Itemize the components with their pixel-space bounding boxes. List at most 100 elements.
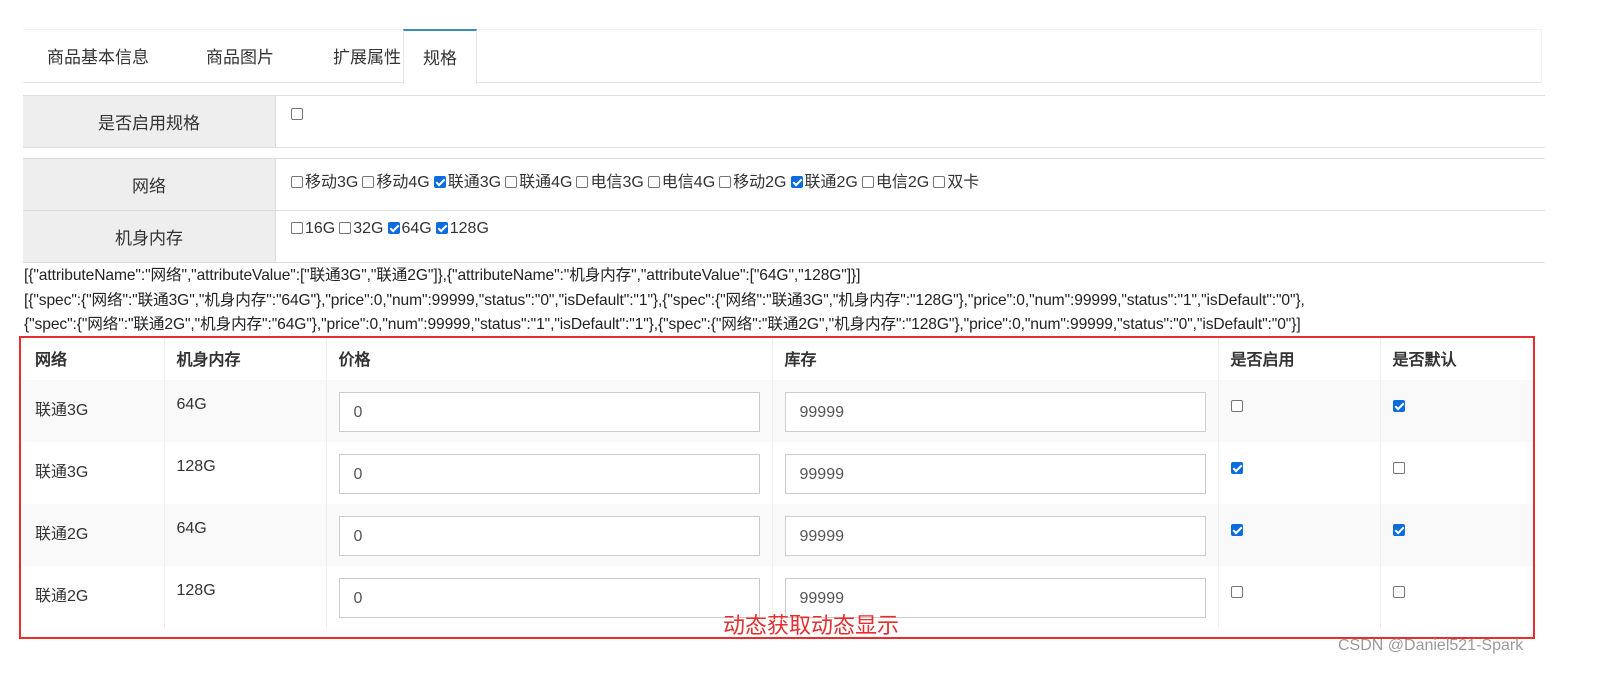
option-checkbox[interactable]	[719, 176, 732, 188]
option-checkbox[interactable]	[861, 176, 874, 188]
option-label: 联通4G	[519, 174, 573, 191]
cell-default	[1380, 566, 1534, 628]
cell-enabled	[1218, 442, 1381, 504]
attribute-row-memory: 机身内存 16G 32G 64G 128G	[23, 211, 1545, 263]
enable-spec-row: 是否启用规格	[23, 96, 1545, 148]
cell-enabled	[1218, 380, 1381, 442]
attribute-option[interactable]: 联通3G	[433, 174, 501, 191]
price-input[interactable]: 0	[338, 578, 760, 618]
header-network: 网络	[23, 336, 165, 380]
attribute-option[interactable]: 移动4G	[362, 174, 430, 191]
option-checkbox[interactable]	[576, 176, 589, 188]
attribute-option[interactable]: 32G	[339, 220, 384, 237]
option-checkbox[interactable]	[647, 176, 660, 188]
option-checkbox[interactable]	[387, 222, 400, 234]
default-checkbox[interactable]	[1392, 462, 1405, 474]
cell-memory: 128G	[164, 566, 327, 628]
option-label: 128G	[449, 220, 489, 237]
price-input[interactable]: 0	[338, 516, 760, 556]
cell-network: 联通2G	[23, 566, 165, 628]
option-label: 电信2G	[875, 174, 930, 191]
header-stock: 库存	[772, 336, 1219, 380]
default-checkbox[interactable]	[1392, 400, 1405, 412]
enable-spec-checkbox[interactable]	[291, 108, 303, 120]
option-checkbox[interactable]	[291, 176, 303, 188]
network-value: 联通2G	[35, 588, 89, 605]
json-output-sku-line2: {"spec":{"网络":"联通2G","机身内存":"64G"},"pric…	[24, 316, 1301, 333]
option-checkbox[interactable]	[291, 222, 303, 234]
price-input[interactable]: 0	[338, 392, 760, 432]
memory-value: 128G	[176, 458, 216, 475]
watermark: CSDN @Daniel521-Spark	[1338, 637, 1524, 654]
cell-enabled	[1218, 566, 1381, 628]
sku-table-container: 网络 机身内存 价格 库存 是否启用 是否默认 联通3G 64G 0 99999 联通3…	[23, 336, 1543, 628]
enabled-checkbox[interactable]	[1230, 462, 1243, 474]
option-label: 电信3G	[590, 174, 644, 191]
option-label: 移动4G	[376, 174, 430, 191]
header-enabled: 是否启用	[1218, 336, 1381, 380]
cell-stock: 99999	[772, 442, 1219, 504]
option-checkbox[interactable]	[339, 222, 352, 234]
stock-input[interactable]: 99999	[784, 516, 1206, 556]
cell-default	[1380, 504, 1534, 566]
attribute-option[interactable]: 移动3G	[291, 174, 358, 191]
table-row: 联通3G 64G 0 99999	[23, 380, 1534, 442]
default-checkbox[interactable]	[1392, 524, 1405, 536]
cell-enabled	[1218, 504, 1381, 566]
network-options: 移动3G 移动4G 联通3G 联通4G 电信3G 电信4G 移动2G 联通2G 电信2G 双卡	[291, 168, 983, 192]
attribute-option[interactable]: 128G	[435, 220, 489, 237]
network-value: 联通3G	[35, 464, 89, 481]
option-checkbox[interactable]	[433, 176, 446, 188]
enabled-checkbox[interactable]	[1230, 400, 1243, 412]
cell-price: 0	[326, 380, 773, 442]
tab-bar: 商品基本信息 商品图片 扩展属性 规格	[23, 29, 1542, 84]
attribute-option[interactable]: 联通4G	[505, 174, 572, 191]
option-label: 联通2G	[804, 174, 858, 191]
annotation-text: 动态获取动态显示	[723, 613, 900, 638]
attribute-option[interactable]: 电信2G	[861, 174, 930, 191]
attribute-option[interactable]: 电信4G	[647, 174, 715, 191]
stock-input[interactable]: 99999	[784, 392, 1206, 432]
cell-memory: 64G	[164, 380, 327, 442]
default-checkbox[interactable]	[1392, 586, 1405, 598]
tab-images[interactable]: 商品图片	[173, 30, 307, 82]
memory-value: 64G	[176, 520, 207, 537]
attribute-option[interactable]: 双卡	[933, 174, 979, 191]
enabled-checkbox[interactable]	[1230, 524, 1243, 536]
cell-price: 0	[326, 504, 773, 566]
attribute-option[interactable]: 电信3G	[576, 174, 644, 191]
cell-network: 联通3G	[23, 442, 165, 504]
cell-stock: 99999	[772, 380, 1219, 442]
tab-spec[interactable]: 规格	[403, 29, 477, 84]
option-label: 移动3G	[305, 174, 359, 191]
header-price: 价格	[326, 336, 773, 380]
cell-memory: 64G	[164, 504, 327, 566]
enabled-checkbox[interactable]	[1230, 586, 1243, 598]
attribute-option[interactable]: 16G	[291, 220, 335, 237]
stock-input[interactable]: 99999	[784, 454, 1206, 494]
cell-default	[1380, 442, 1534, 504]
attributes-table: 网络 移动3G 移动4G 联通3G 联通4G 电信3G 电信4G 移动2G 联通2G 电信2G 双…	[23, 158, 1545, 263]
attribute-label-network: 网络	[23, 159, 276, 210]
tab-basic-info[interactable]: 商品基本信息	[23, 30, 173, 82]
option-checkbox[interactable]	[435, 222, 448, 234]
header-default: 是否默认	[1380, 336, 1534, 380]
option-label: 16G	[305, 220, 336, 237]
option-label: 32G	[353, 220, 384, 237]
attribute-label-memory: 机身内存	[23, 211, 276, 262]
cell-memory: 128G	[164, 442, 327, 504]
attribute-option[interactable]: 移动2G	[719, 174, 787, 191]
option-checkbox[interactable]	[790, 176, 803, 188]
network-value: 联通3G	[35, 402, 89, 419]
json-output-attributes: [{"attributeName":"网络","attributeValue":…	[24, 267, 861, 284]
enable-spec-label: 是否启用规格	[23, 96, 276, 147]
attribute-option[interactable]: 64G	[387, 220, 432, 237]
enable-spec-value	[291, 106, 305, 124]
attribute-option[interactable]: 联通2G	[790, 174, 858, 191]
price-input[interactable]: 0	[338, 454, 760, 494]
option-checkbox[interactable]	[505, 176, 518, 188]
cell-price: 0	[326, 566, 773, 628]
option-checkbox[interactable]	[362, 176, 375, 188]
option-checkbox[interactable]	[933, 176, 946, 188]
option-label: 移动2G	[733, 174, 787, 191]
